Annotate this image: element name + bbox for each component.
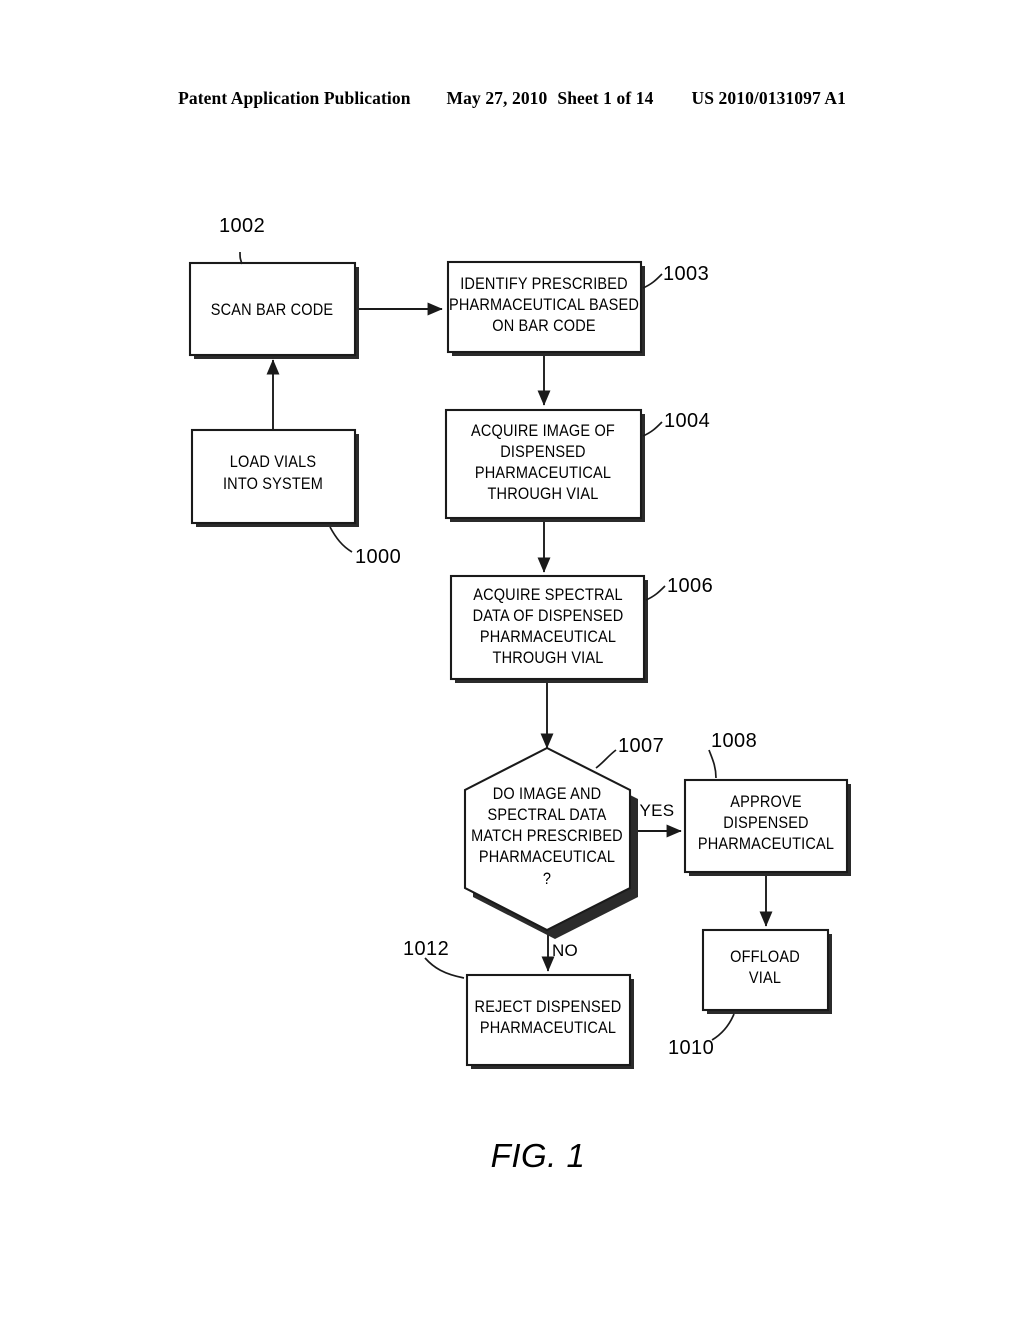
ref-1010: 1010 [668,1013,735,1059]
ref-1008: 1008 [708,730,757,779]
ref-1006-label: 1006 [667,575,713,597]
node-acquire-image-line-1: DISPENSED [500,443,585,461]
node-reject-dispensed-line-0: REJECT DISPENSED [475,998,622,1016]
node-reject-dispensed[interactable]: REJECT DISPENSED PHARMACEUTICAL [465,973,634,1069]
flowchart-figure: SCAN BAR CODE 1002 IDENTIFY PRESCRIBED P… [0,0,1024,1320]
ref-1002-label: 1002 [219,215,265,237]
node-acquire-spectral-line-3: THROUGH VIAL [493,649,604,667]
node-load-vials-line-1: INTO SYSTEM [223,475,323,493]
ref-1006: 1006 [645,575,713,601]
node-offload-vial-line-0: OFFLOAD [730,948,800,966]
ref-1000-label: 1000 [355,546,401,568]
node-offload-vial[interactable]: OFFLOAD VIAL [701,928,832,1014]
node-reject-dispensed-line-1: PHARMACEUTICAL [480,1019,616,1037]
node-approve-dispensed-line-1: DISPENSED [723,814,808,832]
node-acquire-image-line-3: THROUGH VIAL [488,485,599,503]
node-identify-prescribed-line-0: IDENTIFY PRESCRIBED [460,275,628,293]
node-match-decision-line-1: SPECTRAL DATA [488,806,607,824]
patent-page: Patent Application Publication May 27, 20… [0,0,1024,1320]
node-identify-prescribed-line-2: ON BAR CODE [492,317,596,335]
node-scan-bar-code[interactable]: SCAN BAR CODE [188,261,359,359]
ref-1004: 1004 [642,410,710,437]
node-offload-vial-line-1: VIAL [749,969,781,987]
node-acquire-spectral-line-0: ACQUIRE SPECTRAL [473,586,623,604]
node-acquire-spectral-line-1: DATA OF DISPENSED [473,607,624,625]
node-match-decision-line-3: PHARMACEUTICAL [479,848,615,866]
node-approve-dispensed-line-2: PHARMACEUTICAL [698,835,834,853]
node-identify-prescribed-line-1: PHARMACEUTICAL BASED [449,296,639,314]
node-approve-dispensed-line-0: APPROVE [730,793,801,811]
figure-caption: FIG. 1 [491,1137,586,1174]
ref-1010-label: 1010 [668,1037,714,1059]
ref-1002: 1002 [219,215,265,265]
node-acquire-image-line-0: ACQUIRE IMAGE OF [471,422,615,440]
node-acquire-image-line-2: PHARMACEUTICAL [475,464,611,482]
ref-1004-label: 1004 [664,410,710,432]
ref-1003: 1003 [642,263,709,289]
node-approve-dispensed[interactable]: APPROVE DISPENSED PHARMACEUTICAL [683,778,851,876]
node-match-decision[interactable]: DO IMAGE AND SPECTRAL DATA MATCH PRESCRI… [463,746,638,939]
node-acquire-image[interactable]: ACQUIRE IMAGE OF DISPENSED PHARMACEUTICA… [444,408,645,522]
node-load-vials[interactable]: LOAD VIALS INTO SYSTEM [190,428,359,527]
node-acquire-spectral[interactable]: ACQUIRE SPECTRAL DATA OF DISPENSED PHARM… [449,574,648,683]
node-identify-prescribed[interactable]: IDENTIFY PRESCRIBED PHARMACEUTICAL BASED… [446,260,645,356]
ref-1012-label: 1012 [403,938,449,960]
node-match-decision-line-2: MATCH PRESCRIBED [471,827,623,845]
ref-1007: 1007 [595,735,664,769]
node-match-decision-line-4: ? [543,870,551,888]
ref-1007-label: 1007 [618,735,664,757]
figure-caption-text: FIG. 1 [491,1137,586,1174]
node-acquire-spectral-line-2: PHARMACEUTICAL [480,628,616,646]
ref-1000: 1000 [329,526,401,568]
ref-1008-label: 1008 [711,730,757,752]
ref-1012: 1012 [403,938,465,979]
node-load-vials-line-0: LOAD VIALS [230,453,316,471]
edge-label-no: NO [552,941,578,960]
node-scan-bar-code-line-0: SCAN BAR CODE [211,301,333,319]
node-match-decision-line-0: DO IMAGE AND [493,785,602,803]
edge-label-yes: YES [640,801,675,820]
ref-1003-label: 1003 [663,263,709,285]
